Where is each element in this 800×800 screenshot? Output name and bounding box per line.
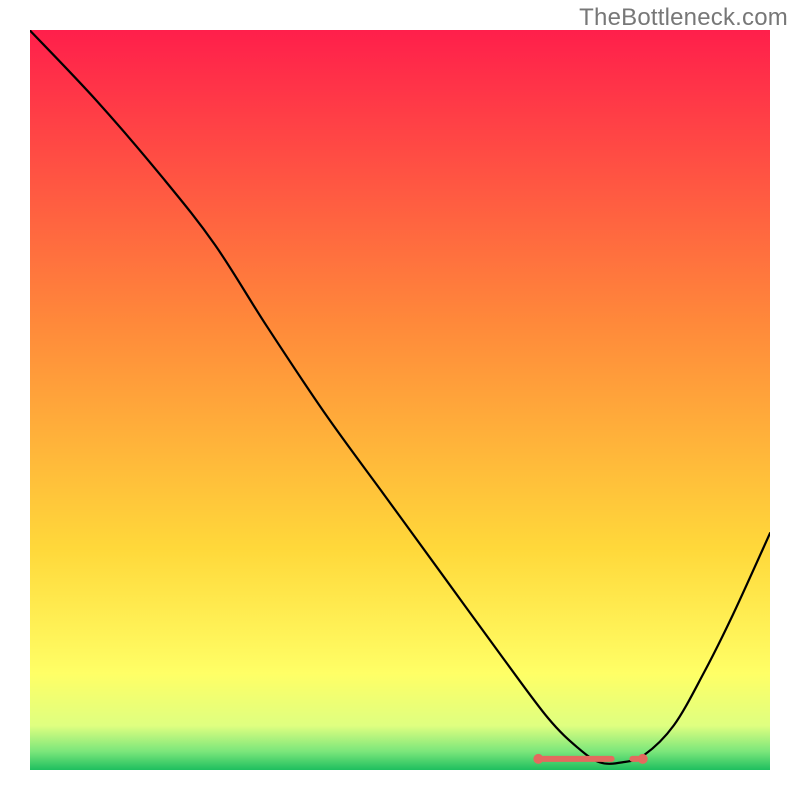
chart-svg — [30, 30, 770, 770]
watermark-text: TheBottleneck.com — [579, 4, 788, 32]
optimal-range-endpoint — [533, 754, 543, 764]
optimal-range-bar — [541, 756, 615, 762]
plot-area — [30, 30, 770, 770]
gradient-background — [30, 30, 770, 770]
chart-frame: TheBottleneck.com — [0, 0, 800, 800]
optimal-range-endpoint — [638, 754, 648, 764]
